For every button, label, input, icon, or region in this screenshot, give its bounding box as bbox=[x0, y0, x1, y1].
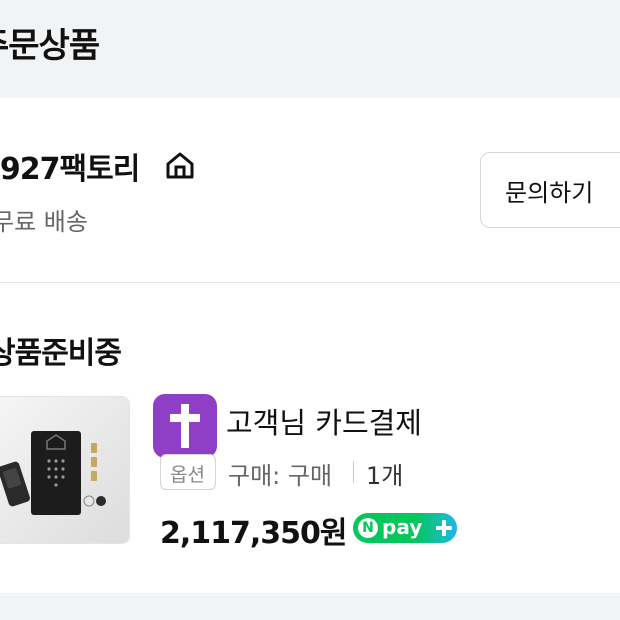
shipping-info: 무료 배송 bbox=[0, 208, 88, 236]
home-icon[interactable] bbox=[164, 150, 196, 180]
page-header: 주문상품 bbox=[0, 0, 620, 96]
product-thumbnail[interactable] bbox=[0, 396, 130, 544]
page-title: 주문상품 bbox=[0, 26, 100, 66]
order-status: 상품준비중 bbox=[0, 336, 122, 371]
option-badge: 옵션 bbox=[160, 454, 216, 490]
divider bbox=[0, 282, 620, 283]
inquiry-button-label: 문의하기 bbox=[505, 179, 594, 207]
store-name[interactable]: 3927팩토리 bbox=[0, 144, 140, 188]
inquiry-button[interactable]: 문의하기 bbox=[480, 152, 620, 228]
option-value: 구매: 구매 bbox=[228, 462, 333, 490]
npay-badge: N pay bbox=[353, 513, 457, 543]
quantity: 1개 bbox=[366, 462, 404, 490]
order-card: 3927팩토리 무료 배송 문의하기 상품준비중 bbox=[0, 98, 620, 593]
latin-cross-icon bbox=[153, 394, 217, 458]
price: 2,117,350원 bbox=[160, 516, 348, 551]
option-separator bbox=[353, 461, 354, 483]
npay-label: pay bbox=[382, 515, 423, 539]
plus-icon bbox=[436, 520, 452, 536]
option-badge-label: 옵션 bbox=[170, 464, 205, 486]
npay-n-icon: N bbox=[358, 518, 378, 538]
product-title[interactable]: 고객님 카드결제 bbox=[226, 400, 422, 442]
product-image bbox=[0, 397, 129, 543]
